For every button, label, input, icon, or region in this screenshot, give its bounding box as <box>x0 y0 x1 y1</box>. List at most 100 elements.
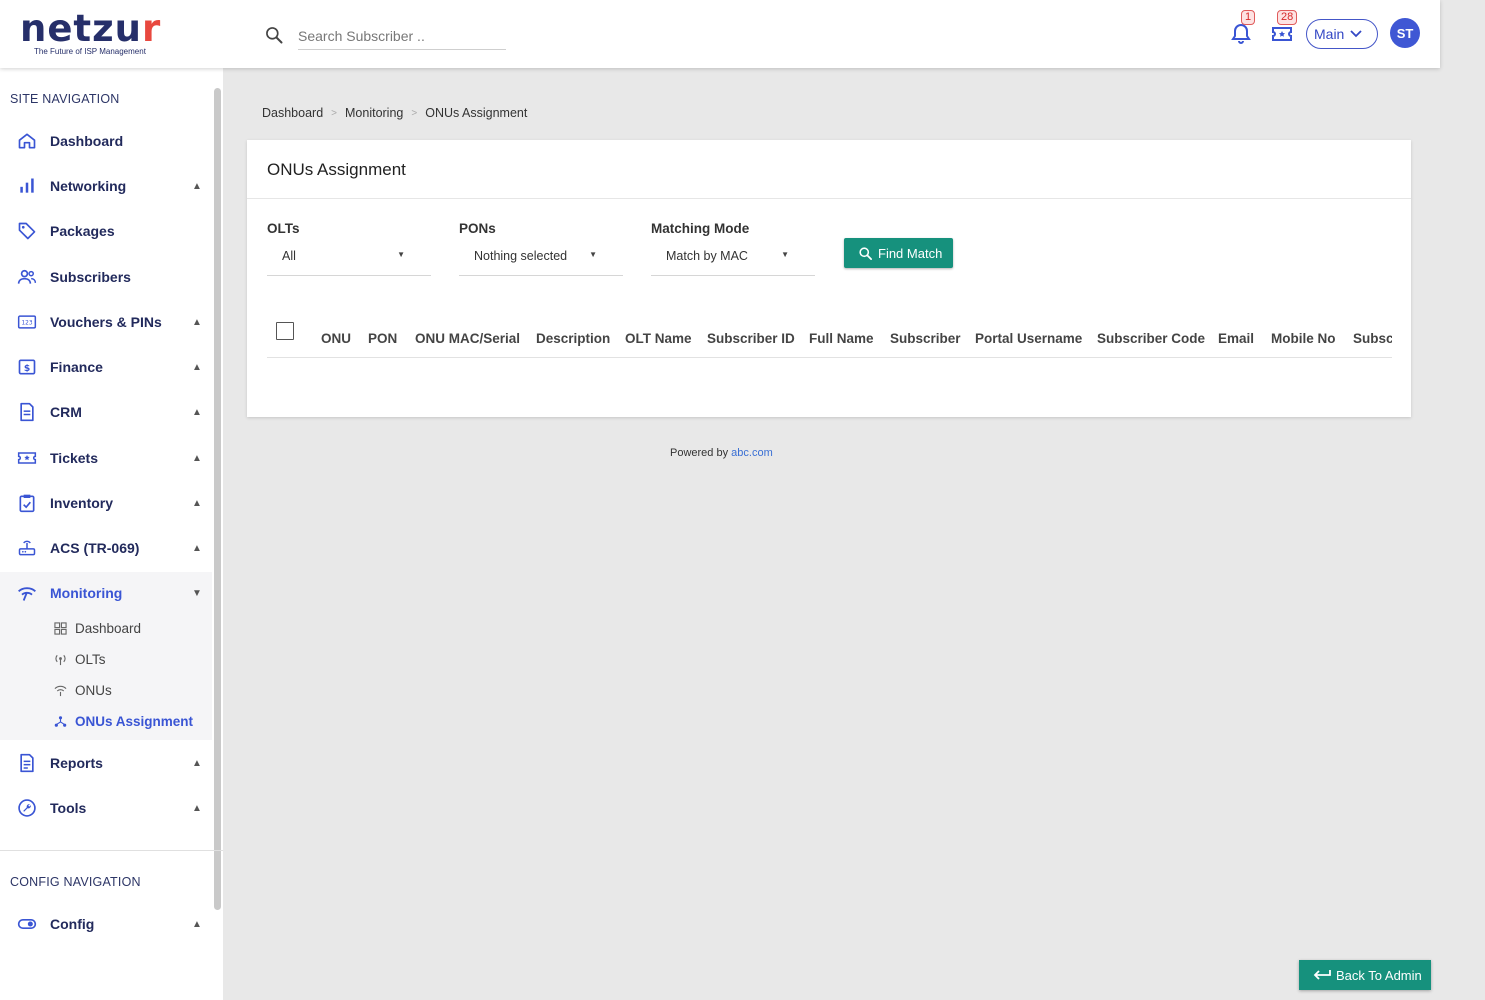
assignment-table: ONU PON ONU MAC/Serial Description OLT N… <box>267 310 1392 358</box>
column-header[interactable]: ONU MAC/Serial <box>415 331 520 346</box>
bar-chart-icon <box>20 178 34 193</box>
matching-mode-select[interactable]: Match by MAC ▼ <box>651 240 815 276</box>
tickets-button[interactable]: 28 <box>1270 10 1298 46</box>
sidebar-item-label: Finance <box>50 359 103 375</box>
olts-label: OLTs <box>267 221 300 236</box>
sidebar-item-label: ACS (TR-069) <box>50 540 140 556</box>
find-match-button[interactable]: Find Match <box>844 238 953 268</box>
sidebar-item-config[interactable]: Config ▲ <box>0 904 212 944</box>
dropdown-arrow-icon: ▼ <box>781 250 789 259</box>
sidebar-item-vouchers[interactable]: 123 Vouchers & PINs ▲ <box>0 302 212 342</box>
notifications-button[interactable]: 1 <box>1229 10 1256 46</box>
sidebar-divider <box>0 850 223 851</box>
column-header[interactable]: Subscriber <box>890 331 961 346</box>
chevron-down-icon <box>1350 30 1362 38</box>
sidebar-subitem-label: Dashboard <box>75 620 142 636</box>
monitoring-group: Monitoring ▼ Dashboard OLTs ONUs ONUs As… <box>0 572 212 740</box>
tickets-badge: 28 <box>1277 10 1298 25</box>
column-header[interactable]: Full Name <box>809 331 874 346</box>
pons-select[interactable]: Nothing selected ▼ <box>459 240 623 276</box>
search-icon <box>266 27 283 44</box>
wrench-icon <box>18 799 36 817</box>
pons-select-value: Nothing selected <box>474 249 568 263</box>
sidebar-item-networking[interactable]: Networking ▲ <box>0 166 212 206</box>
sidebar-item-packages[interactable]: Packages <box>0 211 212 251</box>
sidebar-subitem-olts[interactable]: OLTs <box>0 645 212 673</box>
sidebar-item-monitoring[interactable]: Monitoring ▼ <box>0 573 212 613</box>
dollar-icon: $ <box>18 359 36 375</box>
search-icon <box>859 246 872 260</box>
column-header[interactable]: Email <box>1218 331 1254 346</box>
pons-label: PONs <box>459 221 496 236</box>
breadcrumb-separator-icon: > <box>411 108 418 119</box>
sidebar-item-label: Networking <box>50 178 127 194</box>
sidebar-item-label: Config <box>50 916 95 932</box>
column-header[interactable]: Subscriber Code <box>1097 331 1205 346</box>
caret-up-icon: ▲ <box>192 542 202 554</box>
column-header[interactable]: Mobile No <box>1271 331 1336 346</box>
caret-up-icon: ▲ <box>192 452 202 464</box>
logo-accent: r <box>142 7 162 50</box>
sidebar-subitem-label: ONUs <box>75 682 112 698</box>
svg-text:$: $ <box>24 363 30 374</box>
antenna-icon <box>55 654 66 665</box>
dropdown-arrow-icon: ▼ <box>589 250 597 259</box>
breadcrumb-monitoring[interactable]: Monitoring <box>345 106 403 121</box>
sidebar-item-tools[interactable]: Tools ▲ <box>0 788 212 828</box>
sidebar-item-label: Inventory <box>50 495 114 511</box>
powered-by-link[interactable]: abc.com <box>731 447 773 459</box>
column-header[interactable]: Subscr <box>1353 331 1392 346</box>
sidebar-item-label: Packages <box>50 223 115 239</box>
card-divider <box>247 198 1411 199</box>
sidebar-item-dashboard[interactable]: Dashboard <box>0 121 212 161</box>
sidebar-item-label: Reports <box>50 755 103 771</box>
voucher-icon: 123 <box>17 315 37 329</box>
back-to-admin-button[interactable]: Back To Admin <box>1299 960 1431 990</box>
column-header[interactable]: Subscriber ID <box>707 331 795 346</box>
sidebar-item-reports[interactable]: Reports ▲ <box>0 743 212 783</box>
select-all-checkbox[interactable] <box>276 322 294 340</box>
sidebar-item-tickets[interactable]: Tickets ▲ <box>0 438 212 478</box>
sidebar: SITE NAVIGATION Dashboard Networking ▲ P… <box>0 68 223 1000</box>
users-icon <box>17 269 37 284</box>
netzur-logo[interactable]: netzur The Future of ISP Management <box>20 10 170 60</box>
sidebar-item-finance[interactable]: $ Finance ▲ <box>0 347 212 387</box>
context-select[interactable]: Main <box>1306 19 1378 49</box>
bell-icon <box>1231 23 1251 44</box>
toggle-icon <box>17 919 37 929</box>
sidebar-subitem-onus-assignment[interactable]: ONUs Assignment <box>0 707 212 735</box>
column-header[interactable]: Description <box>536 331 610 346</box>
return-arrow-icon <box>1313 970 1331 980</box>
context-select-label: Main <box>1314 26 1345 42</box>
olts-select-value: All <box>282 249 296 263</box>
sidebar-subitem-monitoring-dashboard[interactable]: Dashboard <box>0 614 212 642</box>
sidebar-item-acs[interactable]: ACS (TR-069) ▲ <box>0 528 212 568</box>
avatar[interactable]: ST <box>1390 18 1420 48</box>
page-title: ONUs Assignment <box>267 160 406 179</box>
column-header[interactable]: Portal Username <box>975 331 1082 346</box>
breadcrumb-dashboard[interactable]: Dashboard <box>262 106 323 121</box>
sidebar-scrollbar[interactable] <box>214 88 221 910</box>
matching-mode-value: Match by MAC <box>666 249 748 263</box>
powered-by: Powered by abc.com <box>670 447 773 459</box>
sidebar-subitem-onus[interactable]: ONUs <box>0 676 212 704</box>
share-icon <box>54 715 67 727</box>
tag-icon <box>18 222 36 240</box>
powered-by-text: Powered by <box>670 447 729 459</box>
column-header[interactable]: ONU <box>321 331 351 346</box>
home-icon <box>18 133 36 149</box>
wifi-icon <box>54 685 67 696</box>
column-header[interactable]: PON <box>368 331 397 346</box>
sidebar-subitem-label: ONUs Assignment <box>75 713 194 729</box>
olts-select[interactable]: All ▼ <box>267 240 431 276</box>
sidebar-item-crm[interactable]: CRM ▲ <box>0 392 212 432</box>
sidebar-item-inventory[interactable]: Inventory ▲ <box>0 483 212 523</box>
svg-text:123: 123 <box>21 321 32 327</box>
search-input[interactable] <box>298 22 506 50</box>
caret-up-icon: ▲ <box>192 757 202 769</box>
sidebar-item-subscribers[interactable]: Subscribers <box>0 257 212 297</box>
caret-up-icon: ▲ <box>192 802 202 814</box>
breadcrumb-separator-icon: > <box>331 108 337 119</box>
column-header[interactable]: OLT Name <box>625 331 692 346</box>
caret-up-icon: ▲ <box>192 361 202 373</box>
